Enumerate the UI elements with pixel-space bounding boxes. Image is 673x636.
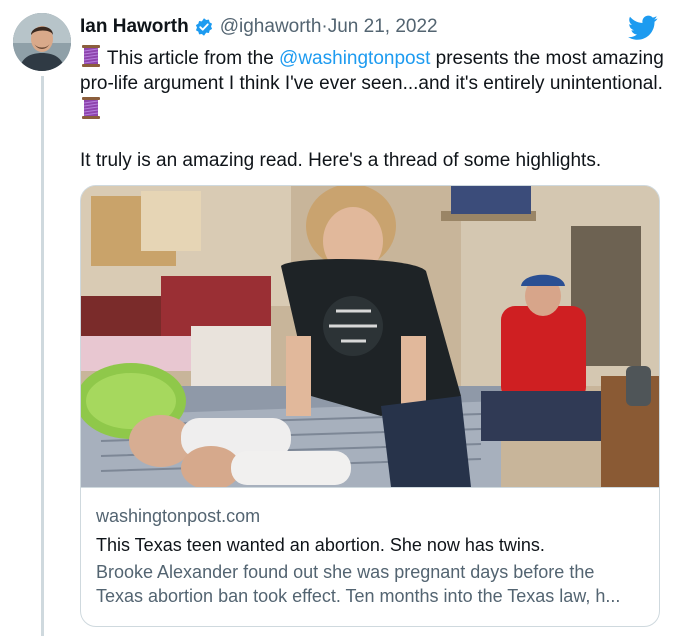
author-handle[interactable]: @ighaworth [220,16,322,38]
tweet-paragraph-emoji [80,96,670,123]
tweet-text-intro: This article from the [102,48,280,69]
link-preview-card[interactable]: washingtonpost.com This Texas teen wante… [80,185,660,627]
author-avatar[interactable] [13,13,71,71]
article-image[interactable] [81,186,659,490]
tweet-paragraph-1: This article from the @washingtonpost pr… [80,44,670,96]
thread-spool-emoji [80,96,102,120]
mention-link[interactable]: @washingtonpost [279,48,430,69]
author-name[interactable]: Ian Haworth [80,16,189,38]
card-description-line: Brooke Alexander found out she was pregn… [96,562,595,582]
card-title: This Texas teen wanted an abortion. She … [96,535,545,555]
thread-connector-line [41,76,44,636]
card-description: Brooke Alexander found out she was pregn… [96,560,646,608]
card-domain: washingtonpost.com [96,506,261,526]
tweet-header: Ian Haworth @ighaworth · Jun 21, 2022 [80,14,438,40]
twitter-bird-icon[interactable] [628,15,658,41]
card-description-line: Texas abortion ban took effect. Ten mont… [96,586,621,606]
thread-spool-emoji [80,44,102,68]
author-avatar-image [13,13,71,71]
tweet-date[interactable]: Jun 21, 2022 [328,16,438,38]
tweet-paragraph-2: It truly is an amazing read. Here's a th… [80,150,602,171]
tweet-body: This article from the @washingtonpost pr… [80,44,670,173]
verified-badge-icon [194,17,214,37]
card-meta: washingtonpost.com This Texas teen wante… [96,504,646,608]
